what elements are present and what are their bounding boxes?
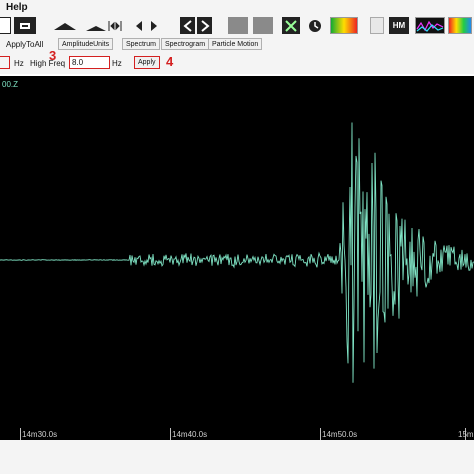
high-freq-label: High Freq xyxy=(30,59,66,68)
paper-icon[interactable] xyxy=(370,17,384,34)
particle-motion-button[interactable]: Particle Motion xyxy=(208,38,263,50)
filter-row: Hz 3 High Freq Hz Apply 4 xyxy=(0,48,474,74)
time-label-3: 14m50.0s xyxy=(322,430,358,439)
amplitude-units-button[interactable]: AmplitudeUnits xyxy=(58,38,114,50)
spectrogram-button[interactable]: Spectrogram xyxy=(161,38,210,50)
menu-help[interactable]: Help xyxy=(6,2,28,13)
waves-icon[interactable] xyxy=(415,17,445,34)
seismogram-plot[interactable]: 00.Z xyxy=(0,76,474,440)
step-4-marker: 4 xyxy=(166,54,174,69)
toolbar: HM xyxy=(0,14,474,38)
hm-icon[interactable]: HM xyxy=(389,17,409,34)
stretch-icon[interactable] xyxy=(52,17,78,34)
apply-to-all-label[interactable]: ApplyToAll xyxy=(6,40,43,49)
time-label-2: 14m40.0s xyxy=(172,430,208,439)
color-bars-icon[interactable] xyxy=(448,17,472,34)
spectrum-button[interactable]: Spectrum xyxy=(122,38,160,50)
grid-view-icon[interactable] xyxy=(228,17,248,34)
channel-label: 00.Z xyxy=(2,80,19,89)
high-freq-unit: Hz xyxy=(112,59,122,68)
tick-3 xyxy=(320,428,321,440)
zoom-fit-icon[interactable] xyxy=(108,17,122,34)
control-row: ApplyToAll AmplitudeUnits Spectrum Spect… xyxy=(0,38,474,52)
print-icon[interactable] xyxy=(14,17,36,34)
tick-1 xyxy=(20,428,21,440)
tick-2 xyxy=(170,428,171,440)
time-label-4: 15m xyxy=(458,430,474,439)
pan-left-icon[interactable] xyxy=(133,17,145,34)
hm-label: HM xyxy=(392,21,406,30)
low-freq-field[interactable] xyxy=(0,56,10,69)
list-view-icon[interactable] xyxy=(253,17,273,34)
nav-prev-icon[interactable] xyxy=(180,17,195,34)
menu-bar: Help xyxy=(0,0,474,14)
high-freq-input[interactable] xyxy=(69,56,110,69)
low-freq-unit: Hz xyxy=(14,59,24,68)
save-icon[interactable] xyxy=(0,17,11,34)
compress-icon[interactable] xyxy=(84,17,108,34)
pick-icon[interactable] xyxy=(282,17,300,34)
pan-right-icon[interactable] xyxy=(148,17,160,34)
waveform-trace xyxy=(0,122,474,383)
nav-next-icon[interactable] xyxy=(197,17,212,34)
time-axis-bar xyxy=(0,440,474,474)
time-label-1: 14m30.0s xyxy=(22,430,58,439)
color-spectrum-icon[interactable] xyxy=(330,17,358,34)
history-icon[interactable] xyxy=(306,17,324,34)
apply-button[interactable]: Apply xyxy=(134,56,160,69)
